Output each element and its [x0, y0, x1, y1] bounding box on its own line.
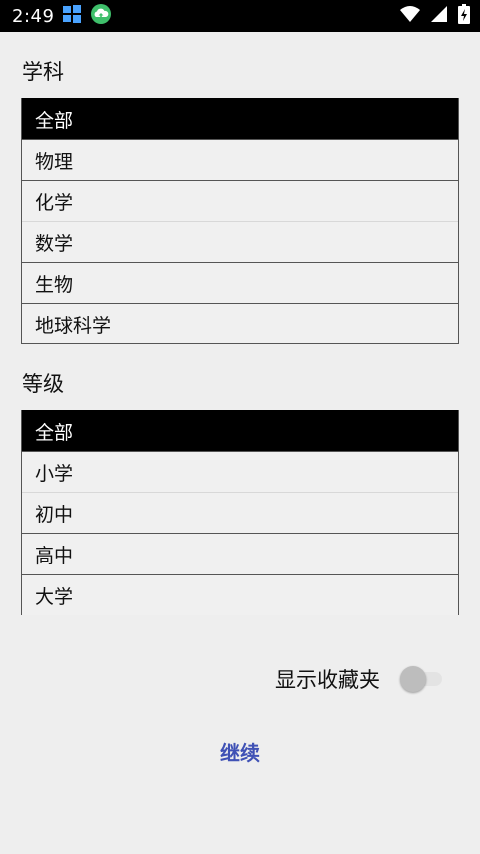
level-list: 全部 小学 初中 高中 大学 — [21, 410, 459, 615]
level-item-university[interactable]: 大学 — [22, 574, 458, 615]
subject-item-all[interactable]: 全部 — [22, 98, 458, 139]
level-item-all[interactable]: 全部 — [22, 410, 458, 451]
subject-item-biology[interactable]: 生物 — [22, 262, 458, 303]
battery-icon — [458, 4, 470, 28]
show-favorites-label: 显示收藏夹 — [275, 668, 380, 692]
level-label: 等级 — [22, 372, 64, 396]
level-item-junior-high[interactable]: 初中 — [22, 492, 458, 533]
subject-item-chemistry[interactable]: 化学 — [22, 180, 458, 221]
subject-item-math[interactable]: 数学 — [22, 221, 458, 262]
subject-item-earth-science[interactable]: 地球科学 — [22, 303, 458, 343]
continue-button[interactable]: 继续 — [0, 737, 480, 766]
wifi-icon — [400, 5, 420, 27]
switch-thumb — [400, 666, 426, 692]
windows-icon — [62, 4, 82, 28]
cloud-upload-icon — [90, 3, 112, 29]
subject-list: 全部 物理 化学 数学 生物 地球科学 — [21, 98, 459, 344]
status-time: 2:49 — [12, 5, 55, 27]
status-bar: 2:49 — [0, 0, 480, 32]
signal-icon — [430, 5, 448, 27]
level-item-senior-high[interactable]: 高中 — [22, 533, 458, 574]
subject-label: 学科 — [22, 60, 64, 84]
level-item-primary[interactable]: 小学 — [22, 451, 458, 492]
show-favorites-switch[interactable] — [398, 666, 444, 692]
subject-item-physics[interactable]: 物理 — [22, 139, 458, 180]
